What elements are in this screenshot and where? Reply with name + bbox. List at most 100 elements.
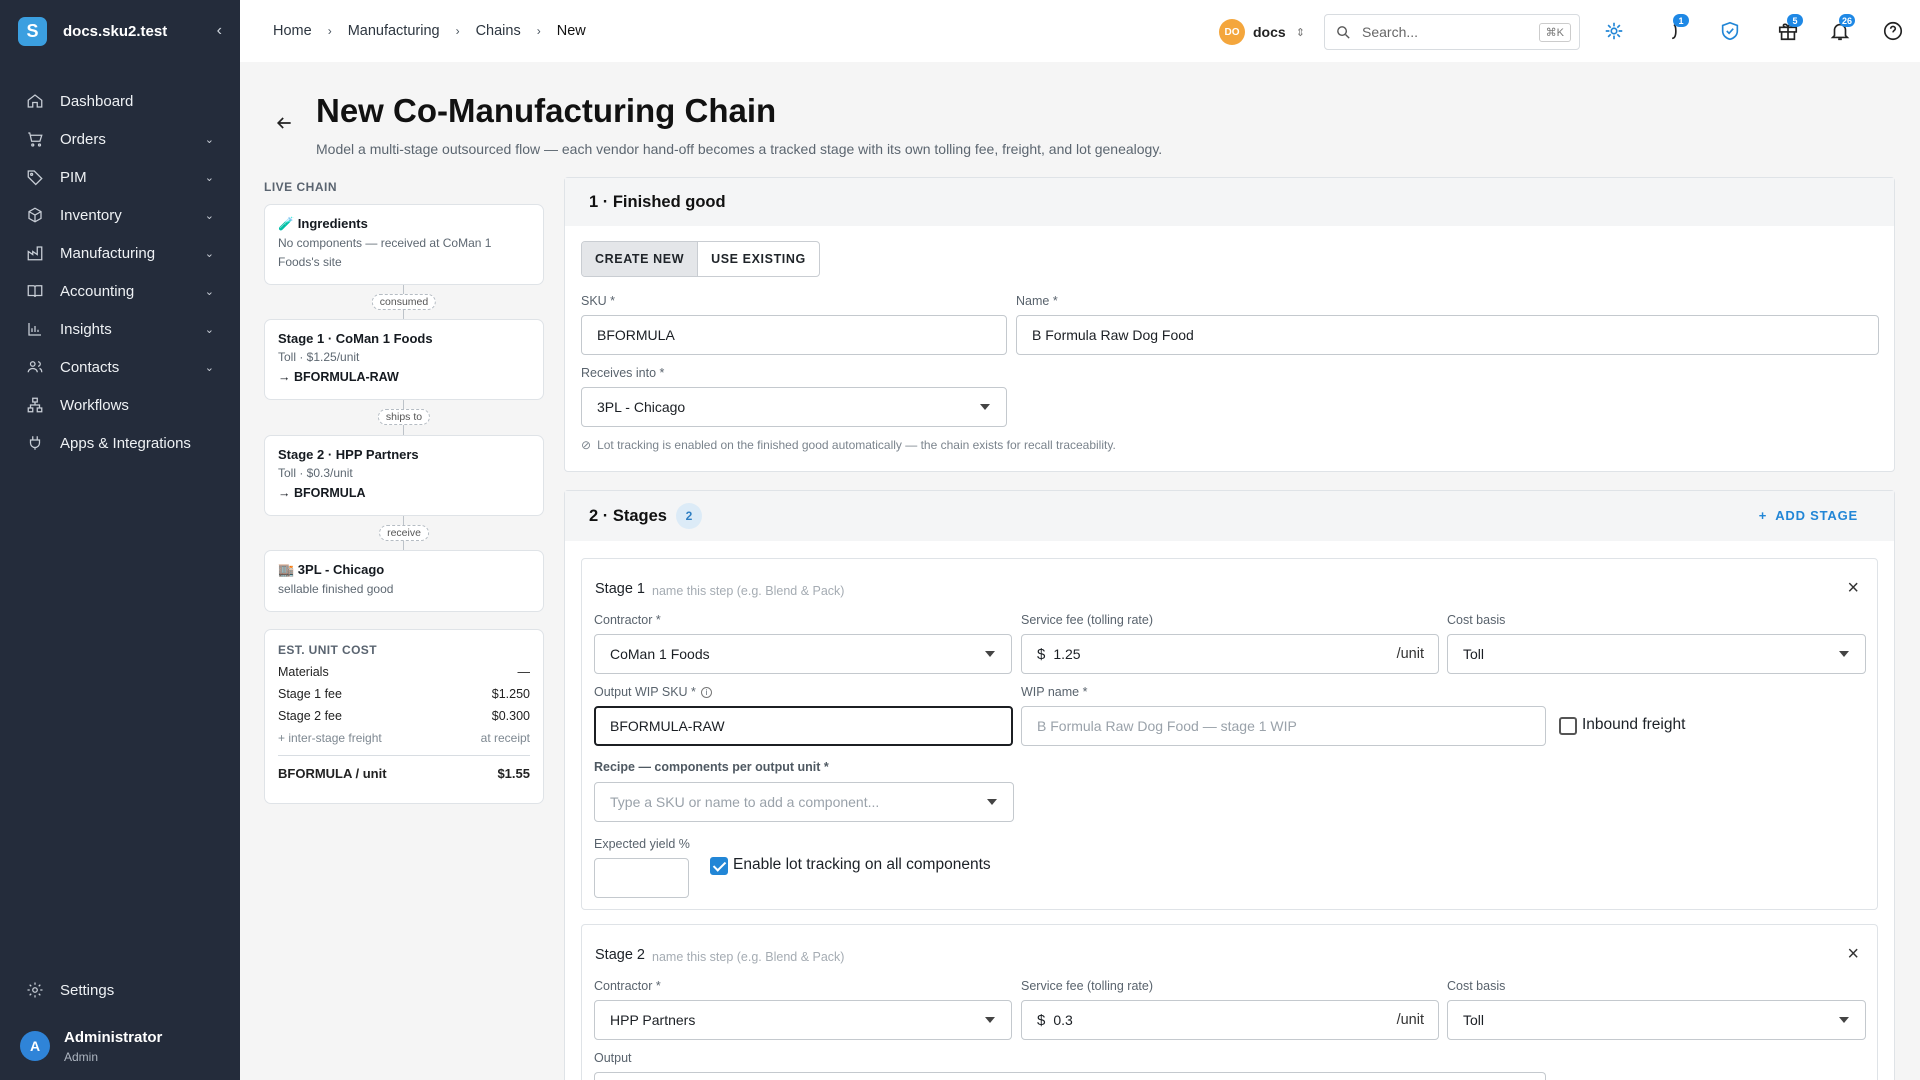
close-icon[interactable]: ×	[1847, 943, 1859, 966]
name-field[interactable]: B Formula Raw Dog Food	[1016, 315, 1879, 355]
top-bar: Home › Manufacturing › Chains › New DO d…	[240, 0, 1920, 62]
service-fee-field[interactable]: $ 0.3 /unit	[1021, 1000, 1439, 1040]
plus-icon: +	[1758, 508, 1768, 523]
cost-heading: EST. UNIT COST	[278, 643, 377, 657]
create-new-button[interactable]: CREATE NEW	[582, 242, 698, 276]
wip-name-field[interactable]: B Formula Raw Dog Food — stage 1 WIP	[1021, 706, 1546, 746]
cost-basis-value: Toll	[1463, 1012, 1485, 1028]
back-arrow-icon[interactable]	[274, 113, 294, 133]
service-fee-label: Service fee (tolling rate)	[1021, 979, 1154, 993]
add-stage-button[interactable]: + ADD STAGE	[1759, 508, 1858, 523]
wip-sku-value: BFORMULA-RAW	[610, 718, 725, 734]
section-heading: 2 · Stages	[589, 506, 667, 525]
connector-label: consumed	[371, 294, 437, 310]
user-info: Administrator Admin	[64, 1029, 162, 1064]
updates-icon[interactable]: 1	[1662, 14, 1689, 43]
stage-name-input[interactable]: name this step (e.g. Blend & Pack)	[652, 584, 844, 598]
breadcrumb-chains[interactable]: Chains	[476, 23, 521, 39]
recipe-label: Recipe — components per output unit *	[594, 760, 829, 774]
chain-stage2-card: Stage 2 · HPP Partners Toll · $0.3/unit …	[264, 435, 544, 516]
recipe-component-select[interactable]: Type a SKU or name to add a component...	[594, 782, 1014, 822]
gear-icon	[27, 982, 43, 998]
contractor-label: Contractor *	[594, 613, 661, 627]
workspace-switcher[interactable]: DO docs ⇕	[1219, 19, 1305, 45]
cost-value: at receipt	[480, 731, 530, 745]
sidebar-item-orders[interactable]: Orders ⌄	[0, 120, 240, 158]
sidebar-item-label: Manufacturing	[60, 244, 156, 262]
sidebar-item-label: Orders	[60, 130, 106, 148]
lot-tracking-label: Enable lot tracking on all components	[733, 856, 991, 873]
chevron-right-icon: ›	[536, 24, 541, 38]
contractor-select[interactable]: HPP Partners	[594, 1000, 1012, 1040]
sidebar-item-apps[interactable]: Apps & Integrations	[0, 424, 240, 462]
sidebar-item-insights[interactable]: Insights ⌄	[0, 310, 240, 348]
search-input[interactable]: Search... ⌘K	[1324, 14, 1580, 50]
hint-text: Lot tracking is enabled on the finished …	[597, 438, 1116, 452]
finished-good-mode-toggle: CREATE NEW USE EXISTING	[581, 241, 820, 277]
bell-icon[interactable]: 26	[1828, 14, 1856, 43]
wip-sku-label: Output WIP SKU *	[594, 685, 696, 699]
sidebar-item-contacts[interactable]: Contacts ⌄	[0, 348, 240, 386]
chevron-down-icon: ⌄	[204, 133, 214, 146]
wip-sku-field[interactable]: BFORMULA-RAW	[594, 706, 1013, 746]
breadcrumb-manufacturing[interactable]: Manufacturing	[348, 23, 440, 39]
stage-count-badge: 2	[675, 503, 702, 529]
inbound-freight-checkbox[interactable]	[1559, 717, 1577, 735]
chain-card-desc: No components — received at CoMan 1 Food…	[278, 236, 492, 269]
sidebar-item-inventory[interactable]: Inventory ⌄	[0, 196, 240, 234]
output-field[interactable]	[594, 1072, 1546, 1080]
breadcrumb-home[interactable]: Home	[273, 23, 312, 39]
gifts-badge: 5	[1787, 14, 1803, 27]
cost-basis-select[interactable]: Toll	[1447, 1000, 1866, 1040]
chevron-down-icon: ⌄	[204, 285, 214, 298]
app-logo: S	[18, 16, 47, 46]
user-profile[interactable]: A Administrator Admin	[0, 1022, 240, 1070]
sidebar-item-pim[interactable]: PIM ⌄	[0, 158, 240, 196]
page-title: New Co-Manufacturing Chain	[316, 92, 777, 129]
sidebar-item-dashboard[interactable]: Dashboard	[0, 82, 240, 120]
sidebar-item-workflows[interactable]: Workflows	[0, 386, 240, 424]
cost-value: $1.250	[491, 687, 530, 701]
sidebar-item-settings[interactable]: Settings	[0, 971, 240, 1009]
help-icon[interactable]	[1881, 19, 1905, 43]
search-shortcut: ⌘K	[1538, 22, 1571, 42]
sku-field[interactable]: BFORMULA	[581, 315, 1007, 355]
contractor-value: HPP Partners	[610, 1012, 696, 1028]
page-subtitle: Model a multi-stage outsourced flow — ea…	[316, 141, 1163, 157]
sidebar-item-accounting[interactable]: Accounting ⌄	[0, 272, 240, 310]
sidebar-nav: Dashboard Orders ⌄ PIM ⌄ Inventory ⌄ Man…	[0, 82, 240, 462]
sku-label: SKU *	[581, 294, 616, 308]
lot-tracking-checkbox[interactable]	[710, 857, 728, 875]
contractor-select[interactable]: CoMan 1 Foods	[594, 634, 1012, 674]
dropdown-caret-icon	[1839, 651, 1849, 657]
expected-yield-field[interactable]	[594, 858, 689, 898]
collapse-sidebar-icon[interactable]: ‹	[217, 22, 222, 40]
cost-value: $0.300	[491, 709, 530, 723]
chevron-down-icon: ⌄	[204, 323, 214, 336]
service-fee-field[interactable]: $ 1.25 /unit	[1021, 634, 1439, 674]
cost-basis-label: Cost basis	[1447, 979, 1506, 993]
sidebar-item-label: Insights	[60, 320, 112, 338]
stage-name-input[interactable]: name this step (e.g. Blend & Pack)	[652, 950, 844, 964]
close-icon[interactable]: ×	[1847, 577, 1859, 600]
notifications-badge: 26	[1839, 14, 1856, 27]
shield-icon[interactable]	[1718, 19, 1742, 43]
cost-basis-select[interactable]: Toll	[1447, 634, 1866, 674]
chain-card-desc: sellable finished good	[278, 582, 394, 596]
sidebar-settings: Settings	[0, 971, 240, 1009]
receives-into-select[interactable]: 3PL - Chicago	[581, 387, 1007, 427]
sidebar-item-manufacturing[interactable]: Manufacturing ⌄	[0, 234, 240, 272]
use-existing-button[interactable]: USE EXISTING	[697, 242, 819, 276]
cost-row-freight: + inter-stage freight at receipt	[278, 731, 530, 745]
sidebar-item-label: Apps & Integrations	[60, 434, 191, 452]
yield-label: Expected yield %	[594, 837, 690, 851]
user-name: Administrator	[64, 1028, 163, 1046]
tag-icon: ⊘	[581, 438, 592, 452]
chain-card-title: 🧪 Ingredients	[278, 216, 368, 231]
stage-title: Stage 2	[595, 947, 645, 963]
connector-label: receive	[379, 525, 429, 541]
chevron-right-icon: ›	[455, 24, 460, 38]
gift-icon[interactable]: 5	[1776, 14, 1803, 43]
cost-value: —	[517, 665, 531, 679]
sparkle-icon[interactable]	[1602, 19, 1626, 43]
